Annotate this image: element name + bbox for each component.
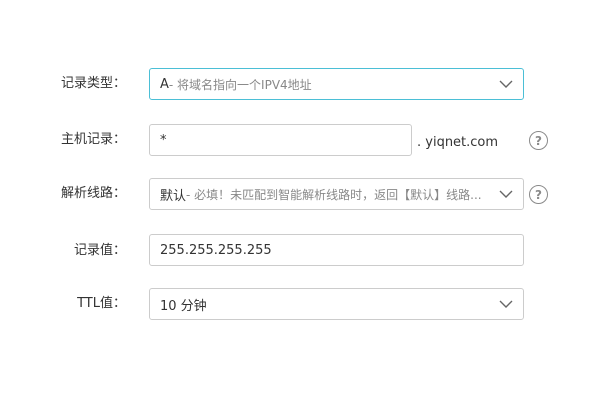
chevron-down-icon xyxy=(499,300,513,308)
line-value: 默认 xyxy=(160,188,187,204)
host-record-value: * xyxy=(160,132,167,148)
line-label: 解析线路： xyxy=(60,186,126,201)
ttl-select[interactable]: 10 分钟 xyxy=(149,288,524,320)
chevron-down-icon xyxy=(499,190,513,198)
host-help-icon[interactable]: ? xyxy=(529,131,548,150)
host-record-input[interactable]: * xyxy=(149,124,412,156)
line-description: - 必填！未匹配到智能解析线路时，返回【默认】线路... xyxy=(186,187,482,202)
record-value-input[interactable]: 255.255.255.255 xyxy=(149,234,524,266)
line-select[interactable]: 默认 - 必填！未匹配到智能解析线路时，返回【默认】线路... xyxy=(149,178,524,210)
ttl-value: 10 分钟 xyxy=(160,298,207,314)
dns-record-form: 记录类型： A - 将域名指向一个IPV4地址 主机记录： * . yiqnet… xyxy=(0,0,600,400)
record-value-label: 记录值： xyxy=(73,243,126,258)
record-type-value: A xyxy=(160,76,169,92)
record-type-label: 记录类型： xyxy=(60,76,126,91)
record-value-text: 255.255.255.255 xyxy=(160,242,272,258)
record-type-select[interactable]: A - 将域名指向一个IPV4地址 xyxy=(149,68,524,100)
record-type-description: - 将域名指向一个IPV4地址 xyxy=(168,77,312,92)
chevron-down-icon xyxy=(499,80,513,88)
line-help-icon[interactable]: ? xyxy=(529,185,548,204)
ttl-label: TTL值： xyxy=(77,296,126,311)
domain-suffix: . yiqnet.com xyxy=(417,135,499,150)
host-record-label: 主机记录： xyxy=(60,132,126,147)
